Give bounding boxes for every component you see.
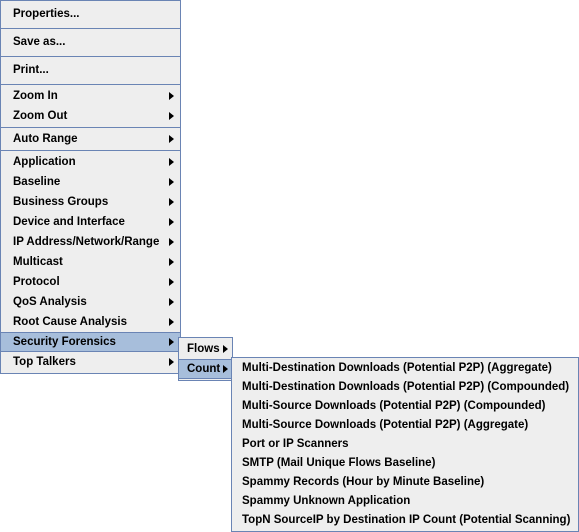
menu-item-label: Multi-Destination Downloads (Potential P… (242, 362, 552, 374)
menu-item-label: Multi-Source Downloads (Potential P2P) (… (242, 419, 529, 431)
menu-item-label: Root Cause Analysis (13, 316, 127, 328)
menu-item-label: QoS Analysis (13, 296, 87, 308)
menu-item-label: IP Address/Network/Range (13, 236, 160, 248)
menu-item-smtp-mail-unique-flows-baseline[interactable]: SMTP (Mail Unique Flows Baseline) (232, 454, 578, 473)
chevron-right-icon (169, 158, 174, 166)
menu-item-label: Application (13, 156, 76, 168)
menu-item-label: Zoom Out (13, 110, 68, 122)
chevron-right-icon (169, 198, 174, 206)
menu-item-save-as[interactable]: Save as... (1, 30, 180, 55)
chevron-right-icon (169, 318, 174, 326)
menu-item-label: Spammy Records (Hour by Minute Baseline) (242, 476, 485, 488)
menu-item-multi-source-downloads-aggregate[interactable]: Multi-Source Downloads (Potential P2P) (… (232, 416, 578, 435)
menu-item-baseline[interactable]: Baseline (1, 172, 180, 192)
menu-item-flows[interactable]: Flows (179, 339, 232, 359)
menu-item-spammy-records-hour-by-minute-baseline[interactable]: Spammy Records (Hour by Minute Baseline) (232, 473, 578, 492)
menu-item-label: Device and Interface (13, 216, 125, 228)
menu-item-label: Multi-Source Downloads (Potential P2P) (… (242, 400, 546, 412)
menu-item-auto-range[interactable]: Auto Range (1, 129, 180, 149)
chevron-right-icon (169, 298, 174, 306)
chevron-right-icon (169, 178, 174, 186)
menu-item-label: Top Talkers (13, 356, 76, 368)
menu-item-label: Spammy Unknown Application (242, 495, 411, 507)
chevron-right-icon (169, 238, 174, 246)
menu-item-label: Protocol (13, 276, 60, 288)
menu-separator (1, 28, 180, 29)
menu-item-label: Baseline (13, 176, 61, 188)
chevron-right-icon (169, 278, 174, 286)
menu-item-topn-sourceip-by-destination-ip-count[interactable]: TopN SourceIP by Destination IP Count (P… (232, 511, 578, 530)
menu-item-device-and-interface[interactable]: Device and Interface (1, 212, 180, 232)
chevron-right-icon (169, 135, 174, 143)
menu-item-label: Business Groups (13, 196, 109, 208)
menu-separator (1, 127, 180, 128)
menu-item-top-talkers[interactable]: Top Talkers (1, 352, 180, 372)
menu-separator (1, 84, 180, 85)
menu-item-zoom-in[interactable]: Zoom In (1, 86, 180, 106)
chevron-right-icon (169, 112, 174, 120)
menu-item-ip-address-network-range[interactable]: IP Address/Network/Range (1, 232, 180, 252)
menu-item-security-forensics[interactable]: Security Forensics (1, 332, 180, 352)
menu-item-root-cause-analysis[interactable]: Root Cause Analysis (1, 312, 180, 332)
menu-item-label: Properties... (13, 8, 80, 20)
menu-item-label: Auto Range (13, 133, 78, 145)
menu-item-business-groups[interactable]: Business Groups (1, 192, 180, 212)
menu-item-label: Security Forensics (13, 336, 116, 348)
menu-item-protocol[interactable]: Protocol (1, 272, 180, 292)
menu-item-label: Print... (13, 64, 49, 76)
chevron-right-icon (223, 365, 228, 373)
menu-item-label: Multi-Destination Downloads (Potential P… (242, 381, 570, 393)
menu-group-zoom: Zoom In Zoom Out (1, 86, 180, 126)
chevron-right-icon (169, 258, 174, 266)
menu-item-label: Port or IP Scanners (242, 438, 349, 450)
chevron-right-icon (169, 92, 174, 100)
chevron-right-icon (169, 358, 174, 366)
menu-item-port-or-ip-scanners[interactable]: Port or IP Scanners (232, 435, 578, 454)
menu-item-spammy-unknown-application[interactable]: Spammy Unknown Application (232, 492, 578, 511)
menu-group-analysis: Application Baseline Business Groups Dev… (1, 152, 180, 372)
menu-item-application[interactable]: Application (1, 152, 180, 172)
menu-item-zoom-out[interactable]: Zoom Out (1, 106, 180, 126)
menu-item-multicast[interactable]: Multicast (1, 252, 180, 272)
menu-item-multi-source-downloads-compounded[interactable]: Multi-Source Downloads (Potential P2P) (… (232, 397, 578, 416)
menu-item-qos-analysis[interactable]: QoS Analysis (1, 292, 180, 312)
menu-item-label: Zoom In (13, 90, 58, 102)
menu-item-multi-destination-downloads-compounded[interactable]: Multi-Destination Downloads (Potential P… (232, 378, 578, 397)
menu-item-label: Save as... (13, 36, 66, 48)
menu-item-label: Flows (187, 343, 220, 355)
menu-item-label: Multicast (13, 256, 63, 268)
menu-item-multi-destination-downloads-aggregate[interactable]: Multi-Destination Downloads (Potential P… (232, 359, 578, 378)
menu-item-label: SMTP (Mail Unique Flows Baseline) (242, 457, 436, 469)
chevron-right-icon (169, 218, 174, 226)
menu-item-print[interactable]: Print... (1, 58, 180, 83)
menu-group-range: Auto Range (1, 129, 180, 149)
menu-group-file: Properties... Save as... Print... (1, 2, 180, 83)
chevron-right-icon (169, 338, 174, 346)
chart-context-menu[interactable]: Properties... Save as... Print... Zoom I… (0, 0, 181, 374)
menu-separator (1, 150, 180, 151)
menu-item-properties[interactable]: Properties... (1, 2, 180, 27)
menu-item-label: Count (187, 363, 221, 375)
chevron-right-icon (223, 345, 228, 353)
menu-separator (1, 56, 180, 57)
count-submenu[interactable]: Multi-Destination Downloads (Potential P… (231, 357, 579, 532)
menu-item-count[interactable]: Count (179, 359, 232, 379)
security-forensics-submenu[interactable]: Flows Count (178, 337, 233, 381)
menu-item-label: TopN SourceIP by Destination IP Count (P… (242, 514, 571, 526)
